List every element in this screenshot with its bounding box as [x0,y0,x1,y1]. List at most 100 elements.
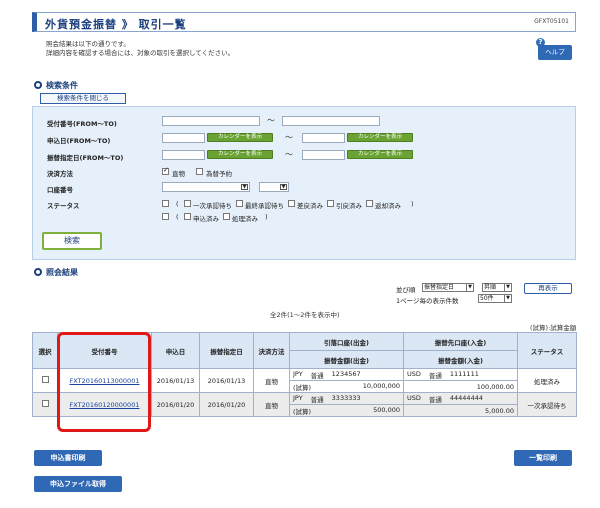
settlement-forward-label: 為替予約 [206,170,232,178]
debit-no: 1234567 [331,369,361,378]
transfer-date-from-input[interactable] [162,150,205,160]
status-all-checkbox[interactable] [162,200,169,207]
redisplay-button[interactable]: 再表示 [524,283,572,294]
results-table: 選択 受付番号 申込日 振替指定日 決済方法 引落口座(出金) 振替先口座(入金… [32,332,577,417]
row-select-checkbox[interactable] [41,400,49,407]
per-page-label: 1ページ毎の表示件数 [396,297,459,305]
chevron-down-icon: ▼ [466,284,473,291]
apply-date-label: 申込日(FROM〜TO) [47,137,111,145]
credit-ccy: USD [407,393,421,402]
ref-no-cell: FXT20160113000001 [57,368,152,393]
status-cell: 処理済み [517,368,577,393]
status-paren-open: ( [176,200,179,208]
account-select[interactable]: ▼ [162,182,250,192]
credit-account-cell: USD 普通 44444444 [403,392,518,405]
col-settlement: 決済方法 [253,332,290,369]
settlement-label: 決済方法 [47,170,73,178]
debit-ccy: JPY [293,393,303,402]
transfer-date-to-input[interactable] [302,150,345,160]
debit-account-cell: JPY 普通 3333333 [289,392,404,405]
debit-trial: (試算) [293,383,312,392]
status-returned-label: 差戻済み [297,202,323,210]
ref-no-from-input[interactable] [162,116,260,126]
status-group2-checkbox[interactable] [162,213,169,220]
col-apply-date: 申込日 [151,332,200,369]
apply-date-from-calendar-button[interactable]: カレンダーを表示 [207,133,273,142]
transfer-date-cell: 2016/01/20 [199,392,254,417]
ref-no-label: 受付番号(FROM〜TO) [47,120,117,128]
sort-key-value: 振替指定日 [424,284,455,291]
status-final-approval-checkbox[interactable] [236,200,243,207]
intro-text: 照会結果は以下の通りです。 詳細内容を確認する場合には、対象の取引を選択してくだ… [46,40,234,58]
col-credit-account: 振替先口座(入金) [403,332,518,351]
apply-date-to-input[interactable] [302,133,345,143]
credit-ccy: USD [407,369,421,378]
ref-no-tilde: 〜 [267,116,275,125]
transfer-date-from-calendar-button[interactable]: カレンダーを表示 [207,150,273,159]
apply-date-from-input[interactable] [162,133,205,143]
status-processed-checkbox[interactable] [223,213,230,220]
apply-date-to-calendar-button[interactable]: カレンダーを表示 [347,133,413,142]
row-select-checkbox[interactable] [41,376,49,383]
col-status: ステータス [517,332,577,369]
print-list-button[interactable]: 一覧印刷 [514,450,572,466]
search-section-title: 検索条件 [46,81,78,90]
row-select-cell [32,392,58,417]
ref-no-link[interactable]: FXT20160113000001 [70,377,140,385]
status-final-approval-label: 最終承認待ち [245,202,284,210]
per-page-select[interactable]: 50件 ▼ [478,294,512,303]
status-paren-close: ) [411,200,414,208]
status-first-approval-checkbox[interactable] [184,200,191,207]
status-recalled-checkbox[interactable] [327,200,334,207]
settlement-spot-checkbox[interactable] [162,166,169,175]
table-row: FXT20160113000001 2016/01/13 2016/01/13 … [32,368,577,393]
credit-type: 普通 [428,395,442,404]
transfer-date-to-calendar-button[interactable]: カレンダーを表示 [347,150,413,159]
sort-order-select[interactable]: 昇順 ▼ [482,283,512,292]
account-label: 口座番号 [47,186,73,194]
ref-no-link[interactable]: FXT20160120000001 [70,401,140,409]
debit-no: 3333333 [331,393,361,402]
intro-line-2: 詳細内容を確認する場合には、対象の取引を選択してください。 [46,49,235,57]
col-debit-account: 引落口座(出金) [289,332,404,351]
debit-ccy: JPY [293,369,303,378]
get-application-file-button[interactable]: 申込ファイル取得 [34,476,122,492]
sort-key-select[interactable]: 振替指定日 ▼ [422,283,474,292]
debit-amount-cell: (試算) 500,000 [289,404,404,417]
apply-date-tilde: 〜 [285,133,293,142]
settlement-cell: 直物 [253,368,290,393]
table-header-row: 選択 受付番号 申込日 振替指定日 決済方法 引落口座(出金) 振替先口座(入金… [32,332,577,369]
section-bullet-icon [34,81,42,89]
status-returned-checkbox[interactable] [288,200,295,207]
status-recalled-label: 引戻済み [336,202,362,210]
credit-no: 1111111 [449,369,479,378]
transfer-date-label: 振替指定日(FROM〜TO) [47,154,124,162]
status-paren-close-2: ) [265,213,268,221]
settlement-spot-label: 直物 [172,170,185,178]
settlement-forward-checkbox[interactable] [196,168,203,175]
credit-amount-cell: 100,000.00 [403,380,518,393]
debit-type: 普通 [310,395,324,404]
status-applied-checkbox[interactable] [184,213,191,220]
print-application-button[interactable]: 申込書印刷 [34,450,102,466]
status-applied-label: 申込済み [193,215,219,223]
trial-amount-note: (試算):試算金額 [530,324,577,332]
chevron-down-icon: ▼ [504,295,511,302]
status-label: ステータス [47,202,80,210]
toggle-search-button[interactable]: 検索条件を閉じる [40,93,126,104]
search-section-heading: 検索条件 [34,80,78,91]
page-title-bar: 外貨預金振替 》 取引一覧 GFXT05101 [32,12,576,32]
ref-no-to-input[interactable] [282,116,380,126]
col-credit-amount: 振替金額(入金) [403,350,518,369]
col-debit-amount: 振替金額(出金) [289,350,404,369]
status-sentback-checkbox[interactable] [366,200,373,207]
account-type-select[interactable]: ▼ [259,182,289,192]
search-panel: 受付番号(FROM〜TO) 〜 申込日(FROM〜TO) カレンダーを表示 〜 … [32,106,576,260]
status-paren-open-2: ( [176,213,179,221]
status-sentback-label: 返却済み [375,202,401,210]
help-button[interactable]: ヘルプ [538,45,572,60]
credit-no: 44444444 [449,393,483,402]
search-button[interactable]: 検索 [42,232,102,250]
ref-no-cell: FXT20160120000001 [57,392,152,417]
intro-line-1: 照会結果は以下の通りです。 [46,40,130,48]
